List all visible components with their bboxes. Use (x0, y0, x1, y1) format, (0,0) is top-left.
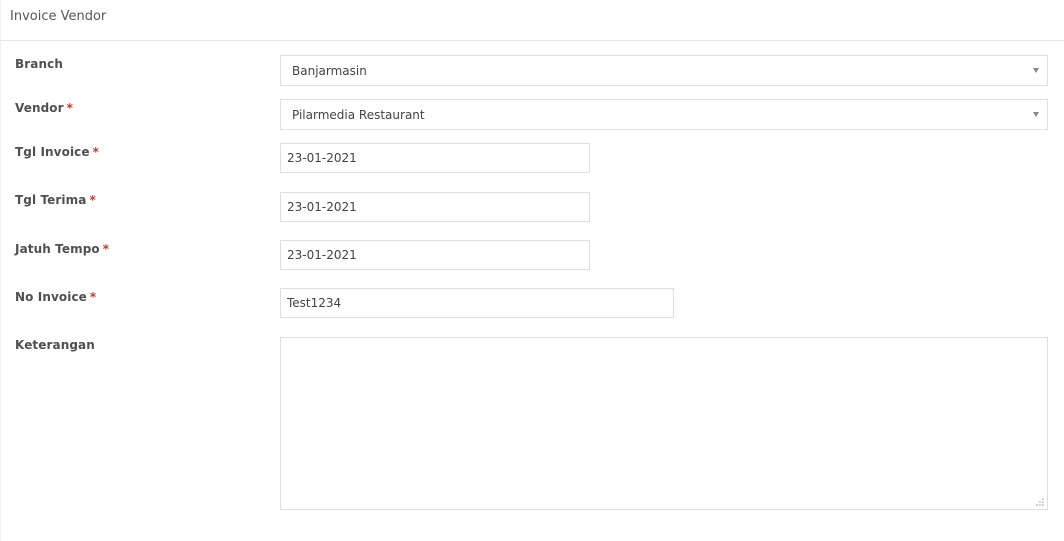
page-title: Invoice Vendor (10, 8, 107, 24)
vendor-label: Vendor * (15, 101, 73, 115)
tgl-terima-value: 23-01-2021 (287, 200, 357, 214)
vendor-select-value: Pilarmedia Restaurant (292, 107, 425, 122)
no-invoice-value: Test1234 (287, 296, 342, 310)
jatuh-tempo-label: Jatuh Tempo * (15, 242, 109, 256)
keterangan-textarea[interactable] (280, 337, 1048, 510)
chevron-down-icon (1033, 112, 1039, 117)
jatuh-tempo-label-text: Jatuh Tempo (15, 242, 100, 256)
required-mark: * (92, 145, 99, 159)
tgl-terima-input[interactable]: 23-01-2021 (280, 192, 590, 222)
chevron-down-icon (1033, 68, 1039, 73)
no-invoice-label: No Invoice * (15, 290, 96, 304)
no-invoice-label-text: No Invoice (15, 290, 87, 304)
branch-label-text: Branch (15, 57, 63, 71)
invoice-vendor-panel: Invoice Vendor Branch Banjarmasin Vendor… (0, 0, 1064, 541)
panel-header: Invoice Vendor (1, 0, 1064, 41)
keterangan-label-text: Keterangan (15, 338, 95, 352)
tgl-invoice-label: Tgl Invoice * (15, 145, 99, 159)
keterangan-label: Keterangan (15, 338, 95, 352)
vendor-label-text: Vendor (15, 101, 64, 115)
branch-label: Branch (15, 57, 63, 71)
required-mark: * (89, 290, 97, 304)
branch-select[interactable]: Banjarmasin (280, 55, 1048, 86)
vendor-select[interactable]: Pilarmedia Restaurant (280, 99, 1048, 130)
tgl-invoice-value: 23-01-2021 (287, 151, 357, 165)
branch-select-value: Banjarmasin (292, 63, 367, 78)
tgl-invoice-input[interactable]: 23-01-2021 (280, 143, 590, 173)
tgl-terima-label: Tgl Terima * (15, 193, 96, 207)
no-invoice-input[interactable]: Test1234 (280, 288, 674, 318)
jatuh-tempo-input[interactable]: 23-01-2021 (280, 240, 590, 270)
tgl-invoice-label-text: Tgl Invoice (15, 145, 90, 159)
jatuh-tempo-value: 23-01-2021 (287, 248, 357, 262)
required-mark: * (66, 101, 74, 115)
resize-grip-icon[interactable] (1036, 498, 1044, 506)
required-mark: * (102, 242, 110, 256)
tgl-terima-label-text: Tgl Terima (15, 193, 87, 207)
required-mark: * (89, 193, 96, 207)
